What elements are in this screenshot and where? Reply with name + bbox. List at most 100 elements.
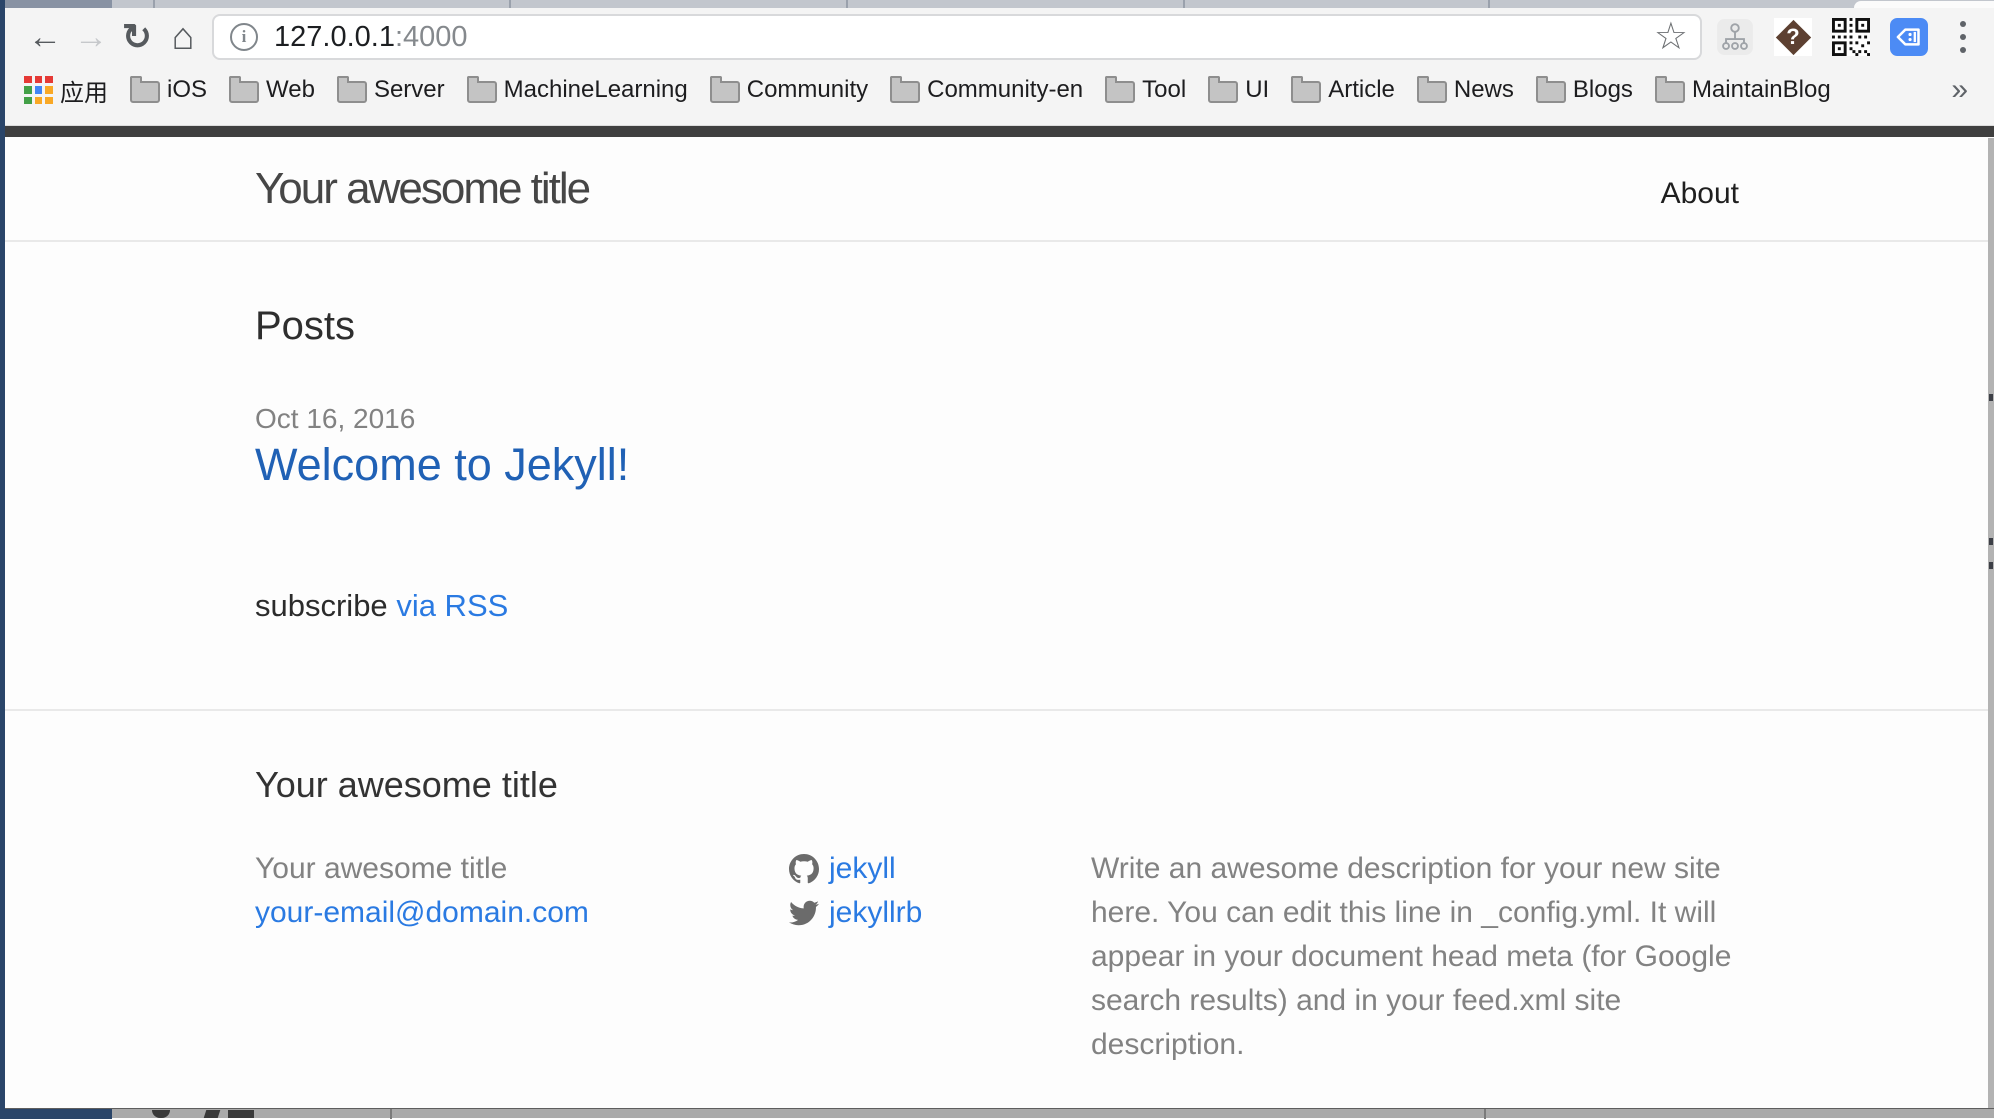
background-window-bottom-strip [0,1108,1994,1118]
post-list-item: Oct 16, 2016 Welcome to Jekyll! [255,402,1739,494]
background-icon-fragment [228,1110,254,1118]
bookmark-label: iOS [167,76,207,104]
browser-toolbar: ← → ↻ ⌂ i 127.0.0.1:4000 ☆ ? [0,8,1994,66]
bookmark-maintainblog[interactable]: MaintainBlog [1655,76,1831,104]
footer-heading: Your awesome title [255,763,1739,807]
background-window-left-edge [0,0,5,1118]
twitter-username: jekyllrb [829,891,922,935]
footer-contact-column: Your awesome title your-email@domain.com [255,847,789,1067]
bookmark-label: MaintainBlog [1692,76,1831,104]
url-text: 127.0.0.1:4000 [274,21,468,54]
bookmark-server[interactable]: Server [337,76,445,104]
bookmark-label: Server [374,76,445,104]
folder-icon [1291,81,1321,103]
forward-button[interactable]: → [68,14,114,60]
active-tab-sliver[interactable] [1854,1,1994,8]
bookmark-community[interactable]: Community [710,76,868,104]
folder-icon [1417,81,1447,103]
apps-grid-dot [35,97,43,105]
bookmarks-overflow-chevron-icon[interactable]: » [1951,73,1968,107]
footer-description-column: Write an awesome description for your ne… [1091,847,1739,1067]
background-window-right-edge [1988,138,1994,1108]
folder-icon [1655,81,1685,103]
site-title-link[interactable]: Your awesome title [255,161,589,217]
bookmark-label: News [1454,76,1514,104]
bookmark-ios[interactable]: iOS [130,76,207,104]
background-text-fragment [1989,538,1993,545]
background-icon-fragment [204,1110,221,1118]
chrome-menu-icon[interactable] [1948,21,1978,53]
browser-tab-strip [0,0,1994,8]
bookmark-blogs[interactable]: Blogs [1536,76,1633,104]
page-content: Posts Oct 16, 2016 Welcome to Jekyll! su… [0,302,1994,626]
bookmark-news[interactable]: News [1417,76,1514,104]
post-title-link[interactable]: Welcome to Jekyll! [255,439,629,490]
rss-link[interactable]: via RSS [396,588,508,623]
reload-icon: ↻ [122,16,152,58]
qr-code-extension-icon[interactable] [1832,18,1870,56]
bookmark-article[interactable]: Article [1291,76,1395,104]
apps-grid-dot [45,76,53,84]
folder-icon [1105,81,1135,103]
bookmark-label: 应用 [60,73,108,108]
tab-strip-left-segment [0,0,112,8]
bookmark-star-icon[interactable]: ☆ [1654,18,1688,56]
apps-grid-dot [35,86,43,94]
apps-grid-dot [45,86,53,94]
nav-about-link[interactable]: About [1661,166,1739,222]
url-host: 127.0.0.1 [274,21,395,53]
bookmark-ui[interactable]: UI [1208,76,1269,104]
background-text-fragment [1989,394,1993,401]
chrome-bottom-gap [0,114,1994,126]
bookmark-community-en[interactable]: Community-en [890,76,1083,104]
back-button[interactable]: ← [22,14,68,60]
web-page: Your awesome title About Posts Oct 16, 2… [0,137,1994,1107]
home-icon: ⌂ [172,16,195,59]
twitter-social-link[interactable]: jekyllrb [789,891,1091,935]
reload-button[interactable]: ↻ [114,14,160,60]
footer-social-column: jekyll jekyllrb [789,847,1091,1067]
bookmark-label: UI [1245,76,1269,104]
posts-heading: Posts [255,302,1739,350]
bookmark-web[interactable]: Web [229,76,315,104]
apps-grid-dot [24,86,32,94]
tab-separator [153,0,155,8]
folder-icon [1208,81,1238,103]
bookmark-label: Blogs [1573,76,1633,104]
email-link[interactable]: your-email@domain.com [255,896,589,929]
home-button[interactable]: ⌂ [160,14,206,60]
folder-icon [1536,81,1566,103]
question-diamond-extension-icon[interactable]: ? [1774,18,1812,56]
github-icon [789,854,819,884]
subscribe-line: subscribe via RSS [255,586,1739,626]
bookmark-label: Article [1328,76,1395,104]
info-glyph: i [242,27,247,47]
bookmark-tool[interactable]: Tool [1105,76,1186,104]
site-header: Your awesome title About [0,137,1994,242]
folder-icon [229,81,259,103]
bookmark-apps[interactable]: 应用 [24,73,108,108]
apps-grid-dot [24,76,32,84]
folder-icon [337,81,367,103]
apps-grid-dot [45,97,53,105]
tab-separator [1488,0,1490,8]
bookmarks-bar: 应用 iOS Web Server MachineLearning Commun… [0,66,1994,114]
address-bar[interactable]: i 127.0.0.1:4000 ☆ [212,14,1702,60]
url-port: :4000 [395,21,468,53]
site-info-icon[interactable]: i [230,23,258,51]
sitemap-extension-icon[interactable] [1716,18,1754,56]
bookmark-machinelearning[interactable]: MachineLearning [467,76,688,104]
bookmark-label: Tool [1142,76,1186,104]
bookmark-label: MachineLearning [504,76,688,104]
background-icon-fragment [152,1110,170,1118]
tag-extension-icon[interactable] [1890,18,1928,56]
background-text-fragment [1989,562,1993,569]
back-icon: ← [28,18,62,57]
apps-grid-icon [24,76,53,105]
site-description: Write an awesome description for your ne… [1091,847,1739,1067]
apps-grid-dot [24,97,32,105]
github-social-link[interactable]: jekyll [789,847,1091,891]
folder-icon [130,81,160,103]
bookmark-label: Community [747,76,868,104]
tab-separator [846,0,848,8]
